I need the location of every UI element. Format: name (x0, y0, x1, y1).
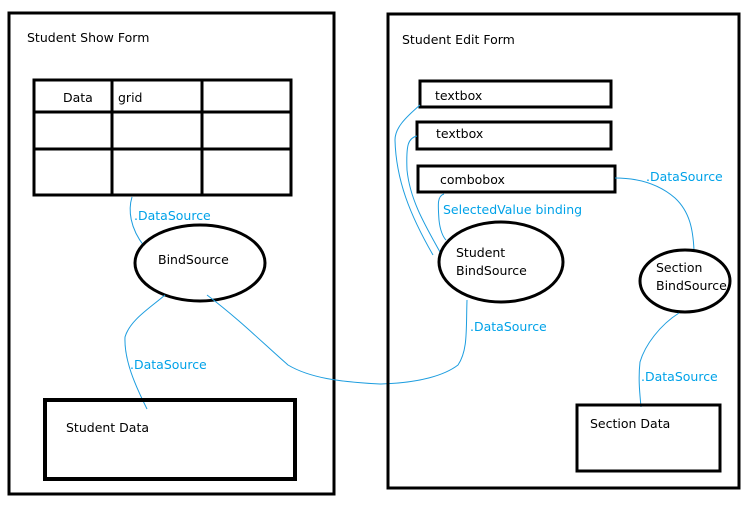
section-data-box (575, 403, 722, 473)
show-form-title: Student Show Form (27, 30, 149, 45)
student-data-label: Student Data (66, 420, 149, 435)
edit-form-title: Student Edit Form (402, 32, 515, 47)
student-bindsource-datasource-label: .DataSource (470, 319, 547, 334)
grid-header-cell: Data (63, 90, 93, 105)
grid-datasource-label: .DataSource (134, 208, 211, 223)
bindsource-label: BindSource (158, 252, 229, 267)
studentdata-datasource-label: .DataSource (130, 357, 207, 372)
section-bindsource-to-data-connector (638, 312, 680, 408)
section-bindsource-label-line2: BindSource (656, 278, 727, 293)
combobox-label: combobox (440, 172, 505, 187)
diagram-canvas: Student Show Form Data grid .DataSource … (7, 11, 741, 496)
student-data-box (43, 398, 297, 481)
combobox-selectedvalue-connector (437, 193, 447, 241)
section-data-label: Section Data (590, 416, 670, 431)
student-edit-form: Student Edit Form textbox textbox combob… (386, 12, 741, 490)
bindsource-to-studentdata-connector (124, 294, 166, 410)
textbox2-binding-connector (406, 135, 441, 253)
selectedvalue-binding-label: SelectedValue binding (443, 202, 582, 217)
student-bindsource-label-line2: BindSource (456, 263, 527, 278)
combobox-datasource-label: .DataSource (646, 169, 723, 184)
shared-datasource-connector (206, 294, 468, 385)
textbox-1-label: textbox (435, 88, 482, 103)
grid-header-cell: grid (118, 90, 142, 105)
student-bindsource-label-line1: Student (456, 245, 505, 260)
student-bindsource-ellipse (437, 220, 565, 304)
combobox-to-section-connector (614, 177, 695, 251)
section-data-datasource-label: .DataSource (641, 369, 718, 384)
section-bindsource-label-line1: Section (656, 260, 702, 275)
data-grid: Data grid (32, 78, 293, 197)
textbox1-binding-connector (394, 104, 434, 256)
textbox-2-label: textbox (436, 126, 483, 141)
student-show-form: Student Show Form Data grid .DataSource … (7, 11, 336, 496)
